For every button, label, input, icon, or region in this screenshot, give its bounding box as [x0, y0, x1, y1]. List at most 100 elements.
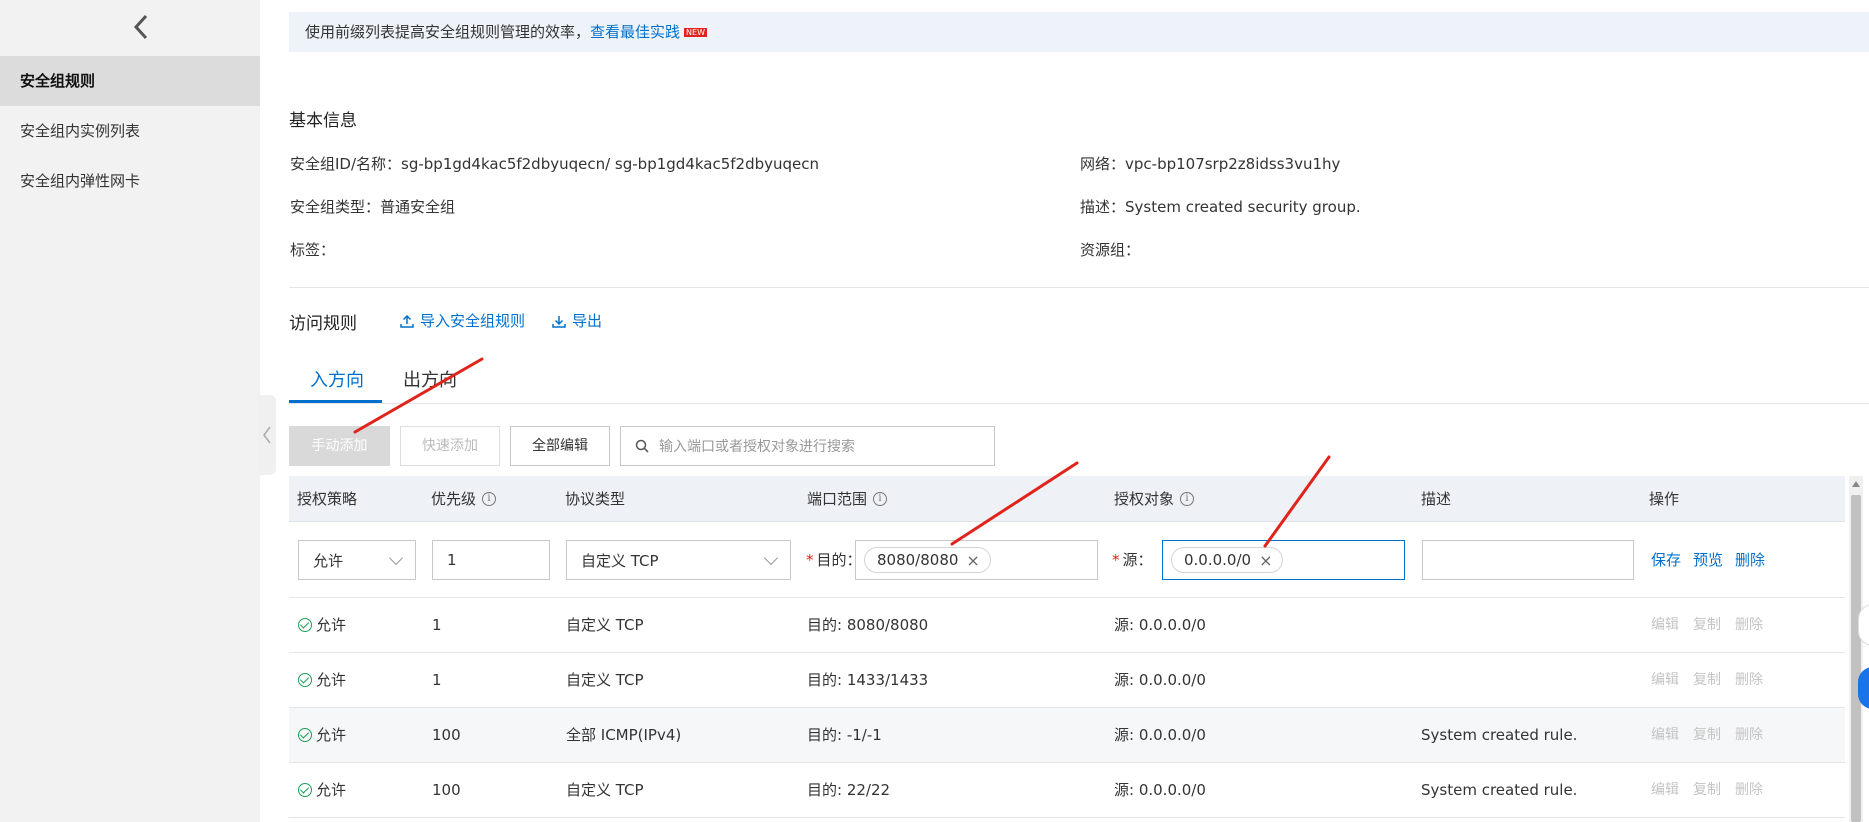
close-icon[interactable]: ×: [966, 551, 979, 570]
sidebar-item-enis[interactable]: 安全组内弹性网卡: [0, 156, 260, 206]
upload-icon: [400, 314, 414, 328]
edit-link[interactable]: 编辑: [1651, 653, 1679, 708]
desc-cell: System created rule.: [1421, 781, 1578, 799]
divider: [289, 287, 1869, 288]
sg-id-label: 安全组ID/名称：: [290, 155, 402, 173]
copy-link[interactable]: 复制: [1693, 653, 1721, 708]
sidebar-collapse-handle[interactable]: [258, 395, 276, 475]
sidebar: 安全组规则 安全组内实例列表 安全组内弹性网卡: [0, 0, 260, 822]
protocol-cell: 自定义 TCP: [566, 671, 644, 689]
policy-cell: 允许: [298, 653, 346, 708]
info-icon[interactable]: i: [482, 492, 497, 506]
quick-add-button[interactable]: 快速添加: [400, 426, 500, 466]
tip-banner: 使用前缀列表提高安全组规则管理的效率，查看最佳实践 NEW: [289, 12, 1869, 52]
protocol-select[interactable]: 自定义 TCP: [566, 540, 791, 580]
search-input[interactable]: 输入端口或者授权对象进行搜索: [620, 426, 995, 466]
policy-cell: 允许: [298, 708, 346, 763]
edit-link[interactable]: 编辑: [1651, 598, 1679, 653]
chevron-down-icon: [763, 550, 779, 566]
priority-cell: 1: [432, 616, 442, 634]
best-practice-link[interactable]: 查看最佳实践: [590, 23, 680, 41]
resource-group-label: 资源组：: [1080, 241, 1141, 259]
target-cell: 源: 0.0.0.0/0: [1114, 671, 1206, 689]
delete-link[interactable]: 删除: [1735, 540, 1765, 580]
delete-link[interactable]: 删除: [1735, 598, 1763, 653]
tab-inbound[interactable]: 入方向: [310, 366, 364, 392]
sidebar-item-instances[interactable]: 安全组内实例列表: [0, 106, 260, 156]
network-label: 网络：: [1080, 155, 1126, 173]
basic-info-title: 基本信息: [289, 111, 357, 131]
sg-type-value: 普通安全组: [380, 198, 456, 216]
tab-divider: [289, 403, 1869, 404]
manual-add-button[interactable]: 手动添加: [289, 426, 390, 466]
policy-select-value: 允许: [313, 551, 344, 570]
source-tag-label: 0.0.0.0/0: [1184, 551, 1252, 569]
port-cell: 目的: -1/-1: [807, 726, 882, 744]
priority-cell: 100: [432, 726, 461, 744]
import-rules-link[interactable]: 导入安全组规则: [400, 310, 525, 331]
save-link[interactable]: 保存: [1651, 540, 1681, 580]
check-circle-icon: [298, 783, 312, 797]
protocol-cell: 自定义 TCP: [566, 616, 644, 634]
target-cell: 源: 0.0.0.0/0: [1114, 781, 1206, 799]
download-icon: [552, 315, 566, 328]
port-range-input[interactable]: 8080/8080 ×: [855, 540, 1098, 580]
new-badge: NEW: [684, 28, 707, 37]
description-input[interactable]: [1422, 540, 1634, 580]
check-circle-icon: [298, 618, 312, 632]
chevron-down-icon: [388, 550, 404, 566]
col-policy: 授权策略: [297, 490, 358, 508]
network-row: 网络：vpc-bp107srp2z8idss3vu1hy: [1080, 153, 1340, 174]
search-icon: [635, 439, 649, 453]
search-placeholder: 输入端口或者授权对象进行搜索: [659, 439, 855, 455]
policy-select[interactable]: 允许: [298, 540, 416, 580]
protocol-select-value: 自定义 TCP: [581, 551, 659, 570]
table-row: 允许 100 全部 ICMP(IPv4) 目的: -1/-1 源: 0.0.0.…: [289, 708, 1845, 763]
protocol-cell: 自定义 TCP: [566, 781, 644, 799]
edit-all-button[interactable]: 全部编辑: [510, 426, 610, 466]
copy-link[interactable]: 复制: [1693, 598, 1721, 653]
sg-id-row: 安全组ID/名称：sg-bp1gd4kac5f2dbyuqecn/ sg-bp1…: [290, 153, 819, 174]
sg-type-label: 安全组类型：: [290, 198, 381, 216]
check-circle-icon: [298, 728, 312, 742]
protocol-cell: 全部 ICMP(IPv4): [566, 726, 682, 744]
sg-id-value: sg-bp1gd4kac5f2dbyuqecn/ sg-bp1gd4kac5f2…: [401, 155, 820, 173]
col-priority: 优先级 i: [431, 476, 497, 522]
export-label: 导出: [572, 312, 603, 330]
desc-cell: System created rule.: [1421, 726, 1578, 744]
tags-label: 标签：: [290, 241, 336, 259]
banner-text: 使用前缀列表提高安全组规则管理的效率，: [305, 23, 591, 41]
edit-link[interactable]: 编辑: [1651, 708, 1679, 763]
access-rules-title: 访问规则: [289, 314, 357, 334]
port-tag-label: 8080/8080: [877, 551, 959, 569]
source-tag: 0.0.0.0/0 ×: [1171, 547, 1284, 573]
scroll-up-arrow-icon[interactable]: [1851, 480, 1861, 488]
delete-link[interactable]: 删除: [1735, 653, 1763, 708]
copy-link[interactable]: 复制: [1693, 708, 1721, 763]
sidebar-item-security-rules[interactable]: 安全组规则: [0, 56, 260, 106]
port-cell: 目的: 22/22: [807, 781, 891, 799]
col-protocol: 协议类型: [565, 490, 626, 508]
export-link[interactable]: 导出: [552, 310, 602, 331]
delete-link[interactable]: 删除: [1735, 763, 1763, 818]
source-input[interactable]: 0.0.0.0/0 ×: [1162, 540, 1405, 580]
back-chevron-icon[interactable]: [128, 12, 154, 42]
policy-cell: 允许: [298, 763, 346, 818]
col-target: 授权对象 i: [1114, 476, 1195, 522]
import-rules-label: 导入安全组规则: [420, 312, 526, 330]
close-icon[interactable]: ×: [1259, 551, 1272, 570]
tab-outbound[interactable]: 出方向: [403, 366, 457, 392]
preview-link[interactable]: 预览: [1693, 540, 1723, 580]
col-port: 端口范围 i: [807, 476, 888, 522]
info-icon[interactable]: i: [873, 492, 888, 506]
priority-input[interactable]: 1: [432, 540, 550, 580]
priority-cell: 1: [432, 671, 442, 689]
info-icon[interactable]: i: [1180, 492, 1195, 506]
copy-link[interactable]: 复制: [1693, 763, 1721, 818]
delete-link[interactable]: 删除: [1735, 708, 1763, 763]
table-header: 授权策略 优先级 i 协议类型 端口范围 i 授权对象 i 描述 操作: [289, 476, 1845, 522]
check-circle-icon: [298, 673, 312, 687]
edit-link[interactable]: 编辑: [1651, 763, 1679, 818]
scrollbar-thumb[interactable]: [1851, 495, 1861, 822]
target-cell: 源: 0.0.0.0/0: [1114, 726, 1206, 744]
